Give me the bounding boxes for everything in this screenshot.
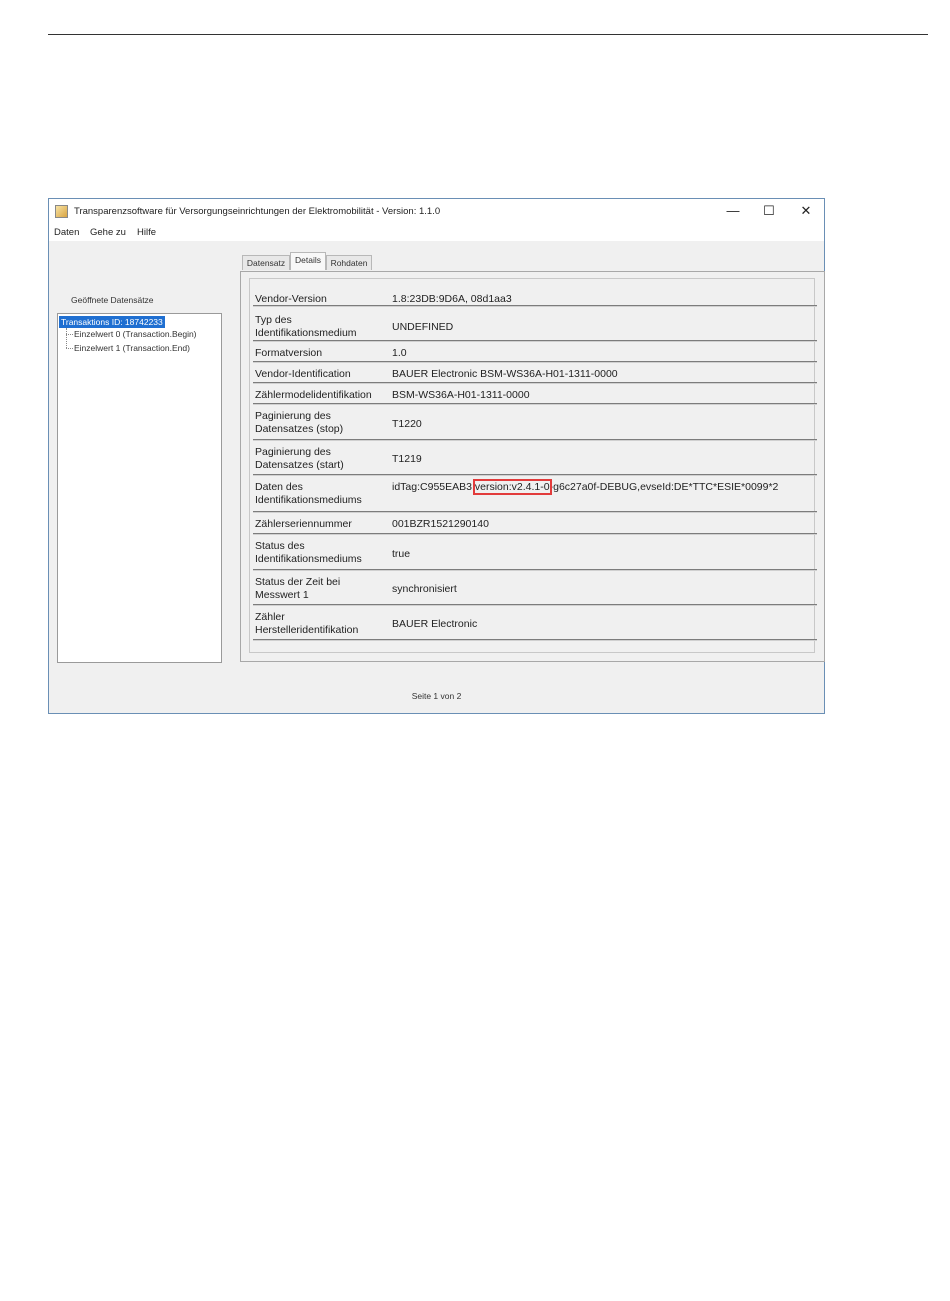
app-window: Transparenzsoftware für Versorgungseinri…: [48, 198, 825, 714]
detail-row: Paginierung des Datensatzes (start) T121…: [253, 441, 817, 476]
detail-label: Typ des Identifikationsmedium: [255, 314, 357, 339]
detail-row: Daten des Identifikationsmediums idTag:C…: [253, 476, 817, 513]
id-data-prefix: idTag:C955EAB3,: [392, 481, 475, 493]
detail-value: 1.8:23DB:9D6A, 08d1aa3: [392, 293, 512, 305]
tab-rohdaten[interactable]: Rohdaten: [326, 255, 372, 270]
open-datasets-label: Geöffnete Datensätze: [71, 295, 154, 305]
detail-label: Daten des Identifikationsmediums: [255, 481, 362, 506]
detail-value: 001BZR1521290140: [392, 518, 489, 530]
detail-value: UNDEFINED: [392, 321, 454, 333]
tree-item-value-1[interactable]: Einzelwert 1 (Transaction.End): [74, 343, 190, 353]
menu-hilfe[interactable]: Hilfe: [137, 227, 156, 238]
detail-value: T1219: [392, 453, 422, 465]
title-bar: Transparenzsoftware für Versorgungseinri…: [49, 199, 824, 225]
detail-label: Zähler Herstelleridentifikation: [255, 611, 359, 636]
detail-row: Zählermodelidentifikation BSM-WS36A-H01-…: [253, 384, 817, 405]
detail-label: Formatversion: [255, 347, 323, 359]
tree-connector: [66, 348, 73, 349]
version-highlight: version:v2.4.1-0: [472, 479, 552, 495]
detail-row: Formatversion 1.0: [253, 342, 817, 363]
detail-row: Vendor-Version 1.8:23DB:9D6A, 08d1aa3: [253, 285, 817, 307]
details-table: Vendor-Version 1.8:23DB:9D6A, 08d1aa3 Ty…: [249, 278, 817, 653]
page-header-rule: [48, 34, 928, 35]
detail-value: BAUER Electronic: [392, 618, 478, 630]
detail-label: Paginierung des Datensatzes (stop): [255, 410, 344, 435]
dataset-tree: Transaktions ID: 18742233 Einzelwert 0 (…: [57, 313, 222, 663]
detail-row: Zähler Herstelleridentifikation BAUER El…: [253, 606, 817, 641]
tree-item-value-0[interactable]: Einzelwert 0 (Transaction.Begin): [74, 329, 197, 339]
detail-row: Typ des Identifikationsmedium UNDEFINED: [253, 307, 817, 342]
tab-details[interactable]: Details: [290, 252, 326, 270]
detail-value: BSM-WS36A-H01-1311-0000: [392, 389, 530, 401]
detail-row: Paginierung des Datensatzes (stop) T1220: [253, 405, 817, 441]
detail-row: Vendor-Identification BAUER Electronic B…: [253, 363, 817, 384]
page-indicator: Seite 1 von 2: [411, 691, 462, 701]
detail-row: Zählerseriennummer 001BZR1521290140: [253, 513, 817, 535]
window-title: Transparenzsoftware für Versorgungseinri…: [74, 206, 441, 217]
maximize-button[interactable]: ☐: [752, 201, 786, 221]
app-icon: [55, 205, 68, 218]
detail-value: synchronisiert: [392, 583, 457, 595]
tree-connector: [66, 328, 67, 348]
detail-value: idTag:C955EAB3,version:v2.4.1-0-g6c27a0f…: [392, 479, 818, 495]
menu-daten[interactable]: Daten: [54, 227, 79, 238]
detail-label: Status der Zeit bei Messwert 1: [255, 576, 341, 601]
detail-label: Status des Identifikationsmediums: [255, 540, 362, 565]
detail-label: Vendor-Version: [255, 293, 327, 305]
close-button[interactable]: ✕: [789, 201, 823, 221]
detail-label: Paginierung des Datensatzes (start): [255, 446, 344, 471]
detail-value: T1220: [392, 418, 422, 430]
detail-label: Vendor-Identification: [255, 368, 351, 380]
detail-value: BAUER Electronic BSM-WS36A-H01-1311-0000: [392, 368, 618, 380]
detail-label: Zählermodelidentifikation: [255, 389, 372, 401]
tree-item-transaction[interactable]: Transaktions ID: 18742233: [59, 316, 165, 328]
details-panel: Vendor-Version 1.8:23DB:9D6A, 08d1aa3 Ty…: [240, 271, 825, 662]
tree-connector: [66, 334, 73, 335]
detail-row: Status der Zeit bei Messwert 1 synchroni…: [253, 571, 817, 606]
id-data-suffix: -g6c27a0f-DEBUG,evseId:DE*TTC*ESIE*0099*…: [549, 481, 779, 493]
detail-label: Zählerseriennummer: [255, 518, 352, 530]
menu-gehe-zu[interactable]: Gehe zu: [90, 227, 126, 238]
detail-value: true: [392, 548, 411, 560]
detail-value: 1.0: [392, 347, 407, 359]
tab-datensatz[interactable]: Datensatz: [242, 255, 290, 270]
detail-row: Status des Identifikationsmediums true: [253, 535, 817, 571]
menu-bar: Daten Gehe zu Hilfe: [49, 225, 824, 241]
minimize-button[interactable]: —: [716, 201, 750, 221]
